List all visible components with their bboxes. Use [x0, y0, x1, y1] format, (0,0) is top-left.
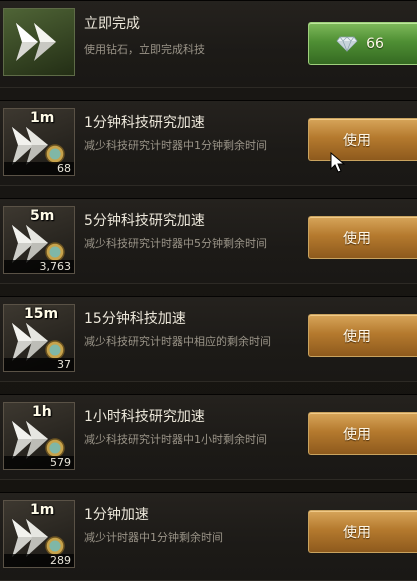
item-count: 68 [57, 162, 71, 175]
count-bar: 68 [4, 162, 74, 175]
double-arrow-icon [3, 8, 75, 76]
diamond-cost: 66 [366, 35, 384, 52]
speedup-item-icon: 1m 68 [3, 108, 75, 176]
item-count: 579 [50, 456, 71, 469]
speedup-item-icon: 1h 579 [3, 402, 75, 470]
item-title: 5分钟科技研究加速 [84, 213, 205, 229]
item-count: 3,763 [39, 260, 72, 273]
count-bar: 37 [4, 358, 74, 371]
instant-complete-row: 立即完成 使用钻石，立即完成科技 66 [0, 0, 417, 88]
speedup-row: 5m 3,763 5分钟科技研究加速 减少科技研究计时器中5分钟剩余时间 使用 [0, 198, 417, 284]
diamond-icon [336, 36, 358, 52]
duration-tag: 5m [30, 208, 55, 224]
count-bar: 3,763 [4, 260, 74, 273]
instant-title: 立即完成 [84, 16, 140, 32]
count-bar: 579 [4, 456, 74, 469]
use-button[interactable]: 使用 [308, 216, 417, 259]
item-desc: 减少科技研究计时器中5分钟剩余时间 [84, 237, 267, 250]
speedup-item-icon: 1m 289 [3, 500, 75, 568]
mouse-cursor-icon [330, 152, 346, 173]
use-button[interactable]: 使用 [308, 510, 417, 553]
speedup-row: 1m 68 1分钟科技研究加速 减少科技研究计时器中1分钟剩余时间 使用 [0, 100, 417, 186]
item-desc: 减少科技研究计时器中相应的剩余时间 [84, 335, 271, 348]
item-desc: 减少计时器中1分钟剩余时间 [84, 531, 223, 544]
instant-complete-button[interactable]: 66 [308, 22, 417, 65]
use-button[interactable]: 使用 [308, 412, 417, 455]
item-count: 289 [50, 554, 71, 567]
item-desc: 减少科技研究计时器中1小时剩余时间 [84, 433, 267, 446]
duration-tag: 1m [30, 110, 55, 126]
item-title: 1分钟加速 [84, 507, 149, 523]
speedup-item-icon: 15m 37 [3, 304, 75, 372]
item-desc: 减少科技研究计时器中1分钟剩余时间 [84, 139, 267, 152]
duration-tag: 1m [30, 502, 55, 518]
instant-desc: 使用钻石，立即完成科技 [84, 43, 205, 56]
speedup-list: 立即完成 使用钻石，立即完成科技 66 1m 68 1分钟科技研究加速 减少科技… [0, 0, 417, 581]
item-title: 15分钟科技加速 [84, 311, 186, 327]
speedup-item-icon: 5m 3,763 [3, 206, 75, 274]
duration-tag: 1h [32, 404, 52, 420]
item-count: 37 [57, 358, 71, 371]
use-button[interactable]: 使用 [308, 314, 417, 357]
item-title: 1小时科技研究加速 [84, 409, 205, 425]
use-button[interactable]: 使用 [308, 118, 417, 161]
count-bar: 289 [4, 554, 74, 567]
duration-tag: 15m [24, 306, 59, 322]
item-title: 1分钟科技研究加速 [84, 115, 205, 131]
speedup-row: 15m 37 15分钟科技加速 减少科技研究计时器中相应的剩余时间 使用 [0, 296, 417, 382]
speedup-row: 1h 579 1小时科技研究加速 减少科技研究计时器中1小时剩余时间 使用 [0, 394, 417, 480]
speedup-row: 1m 289 1分钟加速 减少计时器中1分钟剩余时间 使用 [0, 492, 417, 581]
